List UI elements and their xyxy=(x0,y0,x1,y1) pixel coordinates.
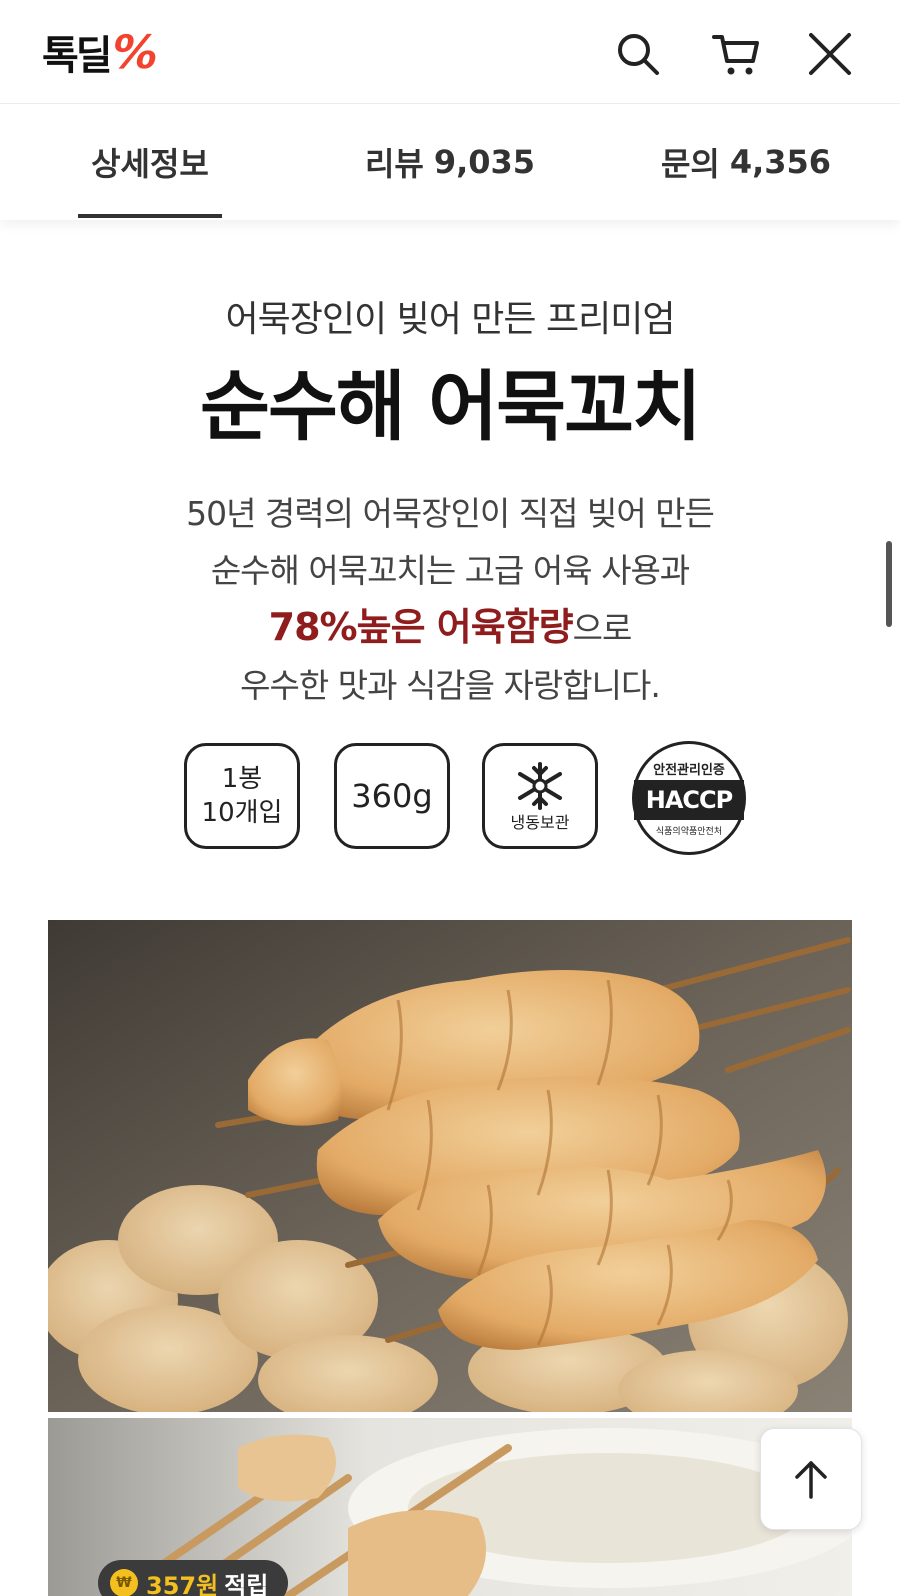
product-title: 순수해 어묵꼬치 xyxy=(200,362,702,451)
tab-label: 리뷰 xyxy=(364,145,424,183)
product-description: 50년 경력의 어묵장인이 직접 빚어 만든 순수해 어묵꼬치는 고급 어육 사… xyxy=(0,485,900,714)
scroll-indicator[interactable] xyxy=(886,541,892,627)
haccp-top-text: 안전관리인증 xyxy=(653,763,725,778)
desc-line: 50년 경력의 어묵장인이 직접 빚어 만든 xyxy=(186,494,715,533)
search-icon[interactable] xyxy=(612,28,664,80)
active-tab-indicator xyxy=(78,214,222,218)
points-reward-badge[interactable]: ₩ 357원 적립 xyxy=(98,1560,289,1596)
desc-line: 78%높은 어육함량으로 xyxy=(0,599,900,657)
cart-icon[interactable] xyxy=(710,28,762,80)
tab-reviews[interactable]: 리뷰 9,035 xyxy=(340,104,560,220)
pack-count-badge: 1봉 10개입 xyxy=(184,743,300,849)
snowflake-icon xyxy=(518,762,562,810)
product-photo-skewers xyxy=(48,920,852,1412)
logo-text: 톡딜 xyxy=(42,33,113,79)
weight-value: 360g xyxy=(351,777,433,815)
tab-inquiries[interactable]: 문의 4,356 xyxy=(636,104,856,220)
haccp-certification-badge: 안전관리인증 HACCP 식품의약품안전처 xyxy=(632,741,746,855)
desc-line: 순수해 어묵꼬치는 고급 어육 사용과 xyxy=(210,551,690,590)
scroll-to-top-button[interactable] xyxy=(760,1428,862,1530)
pack-line2: 10개입 xyxy=(201,798,283,828)
desc-line-rest: 으로 xyxy=(572,609,633,648)
pack-line1: 1봉 xyxy=(221,764,263,794)
desc-highlight: 78%높은 어육함량 xyxy=(268,605,574,649)
close-icon[interactable] xyxy=(804,28,856,80)
tab-label: 상세정보 xyxy=(91,145,209,183)
arrow-up-icon xyxy=(795,1461,827,1499)
tab-count: 4,356 xyxy=(729,143,832,181)
tab-label: 문의 xyxy=(660,145,720,183)
points-amount: 357원 xyxy=(146,1571,219,1596)
tab-count: 9,035 xyxy=(433,143,536,181)
weight-badge: 360g xyxy=(334,743,450,849)
product-subtitle: 어묵장인이 빚어 만든 프리미엄 xyxy=(225,299,676,340)
frozen-storage-badge: 냉동보관 xyxy=(482,743,598,849)
detail-tabs: 상세정보 리뷰 9,035 문의 4,356 xyxy=(0,104,900,220)
frozen-label: 냉동보관 xyxy=(510,813,570,832)
logo-percent-mark: % xyxy=(105,25,164,79)
app-header: 톡딜 % xyxy=(0,0,900,104)
haccp-bottom-text: 식품의약품안전처 xyxy=(655,827,723,837)
haccp-mark: HACCP xyxy=(634,780,744,820)
desc-line: 우수한 맛과 식감을 자랑합니다. xyxy=(240,666,661,705)
brand-logo[interactable]: 톡딜 % xyxy=(42,25,163,79)
coin-icon: ₩ xyxy=(110,1569,138,1596)
product-badges: 1봉 10개입 360g 냉동보관 안전관리인증 HACCP 식품의약품안전처 xyxy=(0,741,900,855)
tab-detail-info[interactable]: 상세정보 xyxy=(78,104,222,220)
points-label: 적립 xyxy=(224,1571,269,1596)
